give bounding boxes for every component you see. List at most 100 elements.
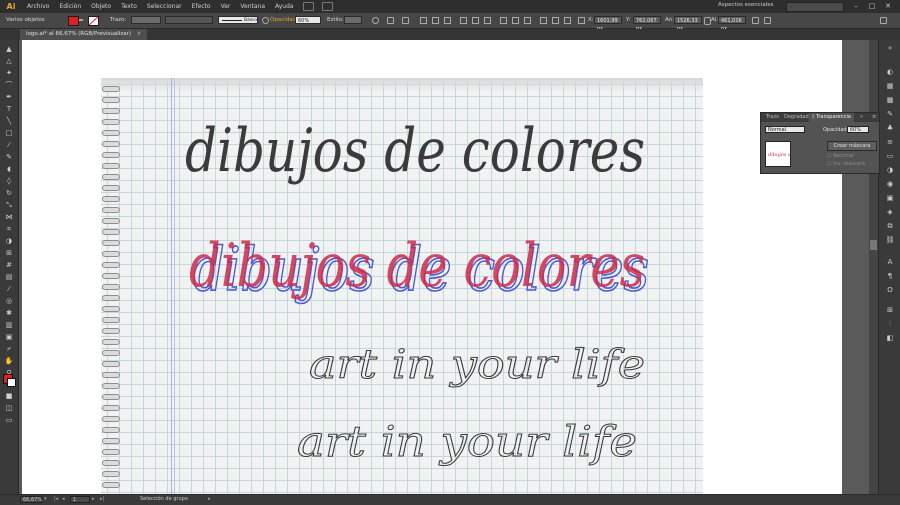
- align-bottom-icon[interactable]: [484, 17, 491, 24]
- align-icon[interactable]: [387, 17, 394, 24]
- color-mode-icon[interactable]: ■: [4, 392, 14, 400]
- menu-texto[interactable]: Texto: [116, 3, 142, 10]
- variable-width-field[interactable]: [165, 16, 213, 24]
- height-field[interactable]: 461,016 px: [718, 16, 746, 32]
- character-panel-icon[interactable]: A: [885, 258, 895, 266]
- stroke-swatch[interactable]: [88, 16, 99, 26]
- notebook-photo[interactable]: dibujos de colores dibujos de colores di…: [101, 78, 703, 494]
- globe-icon[interactable]: [262, 17, 269, 24]
- align-panel-icon[interactable]: ⫶: [885, 320, 895, 328]
- opentype-panel-icon[interactable]: O: [885, 286, 895, 294]
- close-tab-icon[interactable]: ✕: [137, 31, 142, 37]
- align-left-icon[interactable]: [420, 17, 427, 24]
- links-panel-icon[interactable]: ⛓: [885, 236, 895, 244]
- line-tool-icon[interactable]: ╲: [4, 117, 14, 125]
- menu-seleccionar[interactable]: Seleccionar: [142, 3, 187, 10]
- tab-transparencia[interactable]: ◊ Transparencia: [809, 113, 854, 122]
- screen-mode-icon[interactable]: ▭: [4, 416, 14, 424]
- drawing-mode-icon[interactable]: ◫: [4, 404, 14, 412]
- chevron-down-icon[interactable]: [79, 19, 83, 23]
- stroke-color-swatch[interactable]: [7, 378, 16, 387]
- shape-builder-tool-icon[interactable]: ◑: [4, 237, 14, 245]
- selection-tool-icon[interactable]: ▲: [4, 45, 14, 53]
- menu-ayuda[interactable]: Ayuda: [270, 3, 299, 10]
- menu-objeto[interactable]: Objeto: [86, 3, 116, 10]
- free-transform-tool-icon[interactable]: ⌗: [4, 225, 14, 233]
- distribute-top-icon[interactable]: [500, 17, 507, 24]
- link-icon[interactable]: [704, 17, 711, 25]
- panel-collapse-icon[interactable]: »: [857, 113, 866, 122]
- distribute-right-icon[interactable]: [564, 17, 571, 24]
- distribute-left-icon[interactable]: [540, 17, 547, 24]
- layers-panel-icon[interactable]: ◈: [885, 208, 895, 216]
- align-middle-icon[interactable]: [472, 17, 479, 24]
- column-graph-tool-icon[interactable]: ▥: [4, 321, 14, 329]
- lettering-line-3[interactable]: art in your life: [309, 342, 646, 389]
- reference-point-icon[interactable]: [578, 17, 585, 24]
- hand-tool-icon[interactable]: ✋: [4, 357, 14, 365]
- menu-archivo[interactable]: Archivo: [22, 3, 54, 10]
- paragraph-panel-icon[interactable]: ¶: [885, 272, 895, 280]
- width-field[interactable]: 1526,33 px: [674, 16, 702, 32]
- make-mask-button[interactable]: Crear máscara: [827, 141, 877, 151]
- close-button[interactable]: ✕: [882, 1, 894, 11]
- fill-swatch[interactable]: [68, 16, 79, 26]
- workspace-switcher[interactable]: Aspectos esenciales: [718, 2, 773, 8]
- align-top-icon[interactable]: [460, 17, 467, 24]
- distribute-bottom-icon[interactable]: [524, 17, 531, 24]
- opacity-field[interactable]: 60%: [295, 16, 321, 24]
- gradient-panel-icon[interactable]: ▭: [885, 152, 895, 160]
- scrollbar-thumb[interactable]: [870, 240, 877, 250]
- bridge-icon[interactable]: [302, 2, 314, 11]
- document-tab[interactable]: logo.ai* al 66,67% (RGB/Previsualizar) ✕: [20, 29, 148, 40]
- menu-ver[interactable]: Ver: [216, 3, 236, 10]
- style-swatch[interactable]: [344, 16, 362, 24]
- blob-brush-tool-icon[interactable]: ◖: [4, 165, 14, 173]
- y-field[interactable]: 762,067 px: [633, 16, 661, 32]
- color-guide-icon[interactable]: ▦: [885, 82, 895, 90]
- transform-icon[interactable]: [402, 17, 409, 24]
- recolor-icon[interactable]: [372, 17, 379, 24]
- eyedropper-tool-icon[interactable]: ⁄: [4, 285, 14, 293]
- opacity-label[interactable]: Opacidad:: [270, 17, 298, 23]
- width-tool-icon[interactable]: ⋈: [4, 213, 14, 221]
- artwork-thumbnail[interactable]: dibujos de colores: [765, 141, 791, 167]
- panel-opacity-input[interactable]: 60%: [847, 126, 869, 133]
- type-tool-icon[interactable]: T: [4, 105, 14, 113]
- panel-menu-icon[interactable]: ≡: [869, 113, 879, 122]
- lettering-line-4[interactable]: art in your life: [297, 417, 638, 467]
- transform-panel-icon[interactable]: ⊞: [885, 306, 895, 314]
- search-input[interactable]: [786, 2, 844, 12]
- next-artboard-icon[interactable]: ▸: [92, 496, 98, 503]
- menu-edicion[interactable]: Edición: [54, 3, 86, 10]
- scale-tool-icon[interactable]: ⤡: [4, 201, 14, 209]
- lettering-line-2[interactable]: dibujos de colores: [189, 231, 645, 301]
- lettering-line-1[interactable]: dibujos de colores: [185, 116, 645, 186]
- perspective-grid-tool-icon[interactable]: ⊞: [4, 249, 14, 257]
- arrange-icon[interactable]: [764, 17, 771, 24]
- mesh-tool-icon[interactable]: #: [4, 261, 14, 269]
- align-center-icon[interactable]: [432, 17, 439, 24]
- menu-efecto[interactable]: Efecto: [187, 3, 216, 10]
- stroke-panel-icon[interactable]: ≡: [885, 138, 895, 146]
- clip-checkbox[interactable]: ☐ Recortar: [827, 153, 854, 159]
- artboard-tool-icon[interactable]: ▣: [4, 333, 14, 341]
- lasso-tool-icon[interactable]: ⌒: [4, 81, 14, 89]
- artboards-panel-icon[interactable]: ⧉: [885, 222, 895, 230]
- pen-tool-icon[interactable]: ✒: [4, 93, 14, 101]
- fill-stroke-swatches[interactable]: [3, 374, 16, 387]
- zoom-field[interactable]: 66,67%: [20, 496, 42, 503]
- vertical-scrollbar[interactable]: [869, 40, 878, 494]
- swatches-panel-icon[interactable]: ▩: [885, 96, 895, 104]
- symbols-panel-icon[interactable]: ♣: [885, 124, 895, 132]
- color-panel-icon[interactable]: ◐: [885, 68, 895, 76]
- distribute-center-icon[interactable]: [552, 17, 559, 24]
- magic-wand-tool-icon[interactable]: ✦: [4, 69, 14, 77]
- distribute-middle-icon[interactable]: [512, 17, 519, 24]
- paintbrush-tool-icon[interactable]: ⁄: [4, 141, 14, 149]
- graphic-styles-icon[interactable]: ▣: [885, 194, 895, 202]
- rectangle-tool-icon[interactable]: □: [4, 129, 14, 137]
- transparency-panel-icon[interactable]: ◑: [885, 166, 895, 174]
- brushes-panel-icon[interactable]: ✎: [885, 110, 895, 118]
- eraser-tool-icon[interactable]: ◊: [4, 177, 14, 185]
